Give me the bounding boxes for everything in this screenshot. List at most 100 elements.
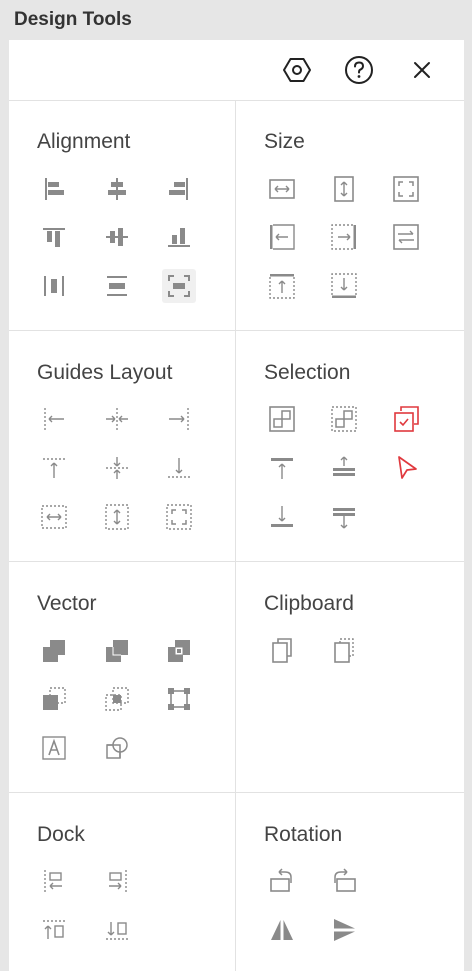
size-heading: Size bbox=[264, 130, 305, 153]
stretch-bottom-button[interactable] bbox=[327, 269, 361, 303]
align-bottom-icon bbox=[168, 228, 190, 247]
same-width-icon bbox=[269, 179, 295, 199]
stretch-top-button[interactable] bbox=[265, 269, 299, 303]
select-all-button[interactable] bbox=[265, 402, 299, 436]
rotation-section: Rotation bbox=[236, 793, 464, 971]
select-middle-button[interactable] bbox=[327, 451, 361, 485]
pointer-select-button[interactable] bbox=[389, 451, 423, 485]
path-bounds-button[interactable] bbox=[162, 682, 196, 716]
outline-shape-button[interactable] bbox=[100, 731, 134, 765]
same-height-icon bbox=[334, 176, 354, 202]
snap-center-vertical-guide-button[interactable] bbox=[100, 402, 134, 436]
pointer-select-icon bbox=[398, 456, 417, 479]
window-title: Design Tools bbox=[14, 9, 132, 30]
flip-vertical-icon bbox=[334, 919, 355, 941]
align-right-button[interactable] bbox=[162, 172, 196, 206]
help-button[interactable] bbox=[343, 54, 375, 86]
select-above-button[interactable] bbox=[265, 451, 299, 485]
align-middle-vertical-icon bbox=[106, 228, 128, 246]
align-right-icon bbox=[169, 178, 188, 200]
copy-button[interactable] bbox=[265, 634, 299, 668]
select-similar-icon bbox=[331, 406, 357, 432]
panel-toolbar bbox=[9, 40, 464, 101]
stretch-left-icon bbox=[270, 224, 295, 250]
select-group-button[interactable] bbox=[327, 500, 361, 534]
snap-bottom-guide-button[interactable] bbox=[162, 451, 196, 485]
flip-vertical-button[interactable] bbox=[327, 913, 361, 947]
dock-left-button[interactable] bbox=[37, 864, 71, 898]
flip-horizontal-icon bbox=[271, 920, 293, 940]
same-size-button[interactable] bbox=[389, 172, 423, 206]
rotate-right-button[interactable] bbox=[327, 864, 361, 898]
subtract-button[interactable] bbox=[100, 634, 134, 668]
stretch-right-button[interactable] bbox=[327, 220, 361, 254]
snap-right-guide-icon bbox=[169, 408, 189, 430]
select-checked-button[interactable] bbox=[389, 402, 423, 436]
swap-width-height-icon bbox=[393, 224, 419, 250]
close-icon bbox=[414, 62, 430, 78]
distribute-horizontal-icon bbox=[44, 276, 64, 296]
center-on-canvas-button[interactable] bbox=[162, 269, 196, 303]
divide-button[interactable] bbox=[100, 682, 134, 716]
text-to-path-button[interactable] bbox=[37, 731, 71, 765]
intersect-button[interactable] bbox=[162, 634, 196, 668]
vector-section: Vector bbox=[9, 562, 236, 793]
align-left-button[interactable] bbox=[37, 172, 71, 206]
same-height-button[interactable] bbox=[327, 172, 361, 206]
dock-top-button[interactable] bbox=[37, 913, 71, 947]
fit-height-guides-button[interactable] bbox=[100, 500, 134, 534]
flip-horizontal-button[interactable] bbox=[265, 913, 299, 947]
select-checked-icon bbox=[394, 406, 419, 432]
path-bounds-icon bbox=[168, 688, 190, 710]
stretch-right-icon bbox=[331, 224, 356, 250]
snap-top-guide-icon bbox=[43, 458, 65, 478]
hexagon-gear-icon bbox=[283, 58, 311, 82]
dock-heading: Dock bbox=[37, 823, 85, 846]
paste-in-place-button[interactable] bbox=[327, 634, 361, 668]
settings-button[interactable] bbox=[281, 54, 313, 86]
swap-width-height-button[interactable] bbox=[389, 220, 423, 254]
snap-left-guide-button[interactable] bbox=[37, 402, 71, 436]
rotate-left-button[interactable] bbox=[265, 864, 299, 898]
fit-width-guides-button[interactable] bbox=[37, 500, 71, 534]
dock-right-button[interactable] bbox=[100, 864, 134, 898]
text-to-path-icon bbox=[42, 736, 66, 760]
center-on-canvas-icon bbox=[168, 275, 190, 297]
stretch-bottom-icon bbox=[331, 273, 357, 298]
snap-top-guide-button[interactable] bbox=[37, 451, 71, 485]
select-above-icon bbox=[271, 458, 293, 479]
close-button[interactable] bbox=[406, 54, 438, 86]
paste-in-place-icon bbox=[334, 638, 354, 663]
rotate-right-icon bbox=[334, 868, 356, 892]
fit-all-guides-button[interactable] bbox=[162, 500, 196, 534]
align-center-horizontal-icon bbox=[108, 178, 126, 200]
subtract-icon bbox=[106, 640, 128, 662]
exclude-button[interactable] bbox=[37, 682, 71, 716]
divide-icon bbox=[105, 687, 129, 711]
snap-right-guide-button[interactable] bbox=[162, 402, 196, 436]
snap-center-horizontal-guide-button[interactable] bbox=[100, 451, 134, 485]
select-similar-button[interactable] bbox=[327, 402, 361, 436]
alignment-section: Alignment bbox=[9, 100, 236, 331]
title-bar: Design Tools bbox=[0, 0, 472, 40]
same-size-icon bbox=[393, 176, 419, 202]
snap-bottom-guide-icon bbox=[168, 458, 190, 478]
dock-bottom-button[interactable] bbox=[100, 913, 134, 947]
align-top-button[interactable] bbox=[37, 220, 71, 254]
distribute-horizontal-button[interactable] bbox=[37, 269, 71, 303]
align-middle-vertical-button[interactable] bbox=[100, 220, 134, 254]
align-center-horizontal-button[interactable] bbox=[100, 172, 134, 206]
stretch-left-button[interactable] bbox=[265, 220, 299, 254]
select-below-button[interactable] bbox=[265, 500, 299, 534]
align-bottom-button[interactable] bbox=[162, 220, 196, 254]
question-circle-icon bbox=[345, 56, 373, 84]
union-button[interactable] bbox=[37, 634, 71, 668]
distribute-vertical-button[interactable] bbox=[100, 269, 134, 303]
design-tools-panel: Alignment Size Guides Layout Selection V… bbox=[9, 40, 464, 971]
same-width-button[interactable] bbox=[265, 172, 299, 206]
intersect-icon bbox=[168, 640, 190, 662]
snap-center-vertical-guide-icon bbox=[106, 408, 128, 430]
selection-section: Selection bbox=[236, 331, 464, 562]
selection-heading: Selection bbox=[264, 361, 351, 384]
snap-center-horizontal-guide-icon bbox=[106, 457, 128, 479]
